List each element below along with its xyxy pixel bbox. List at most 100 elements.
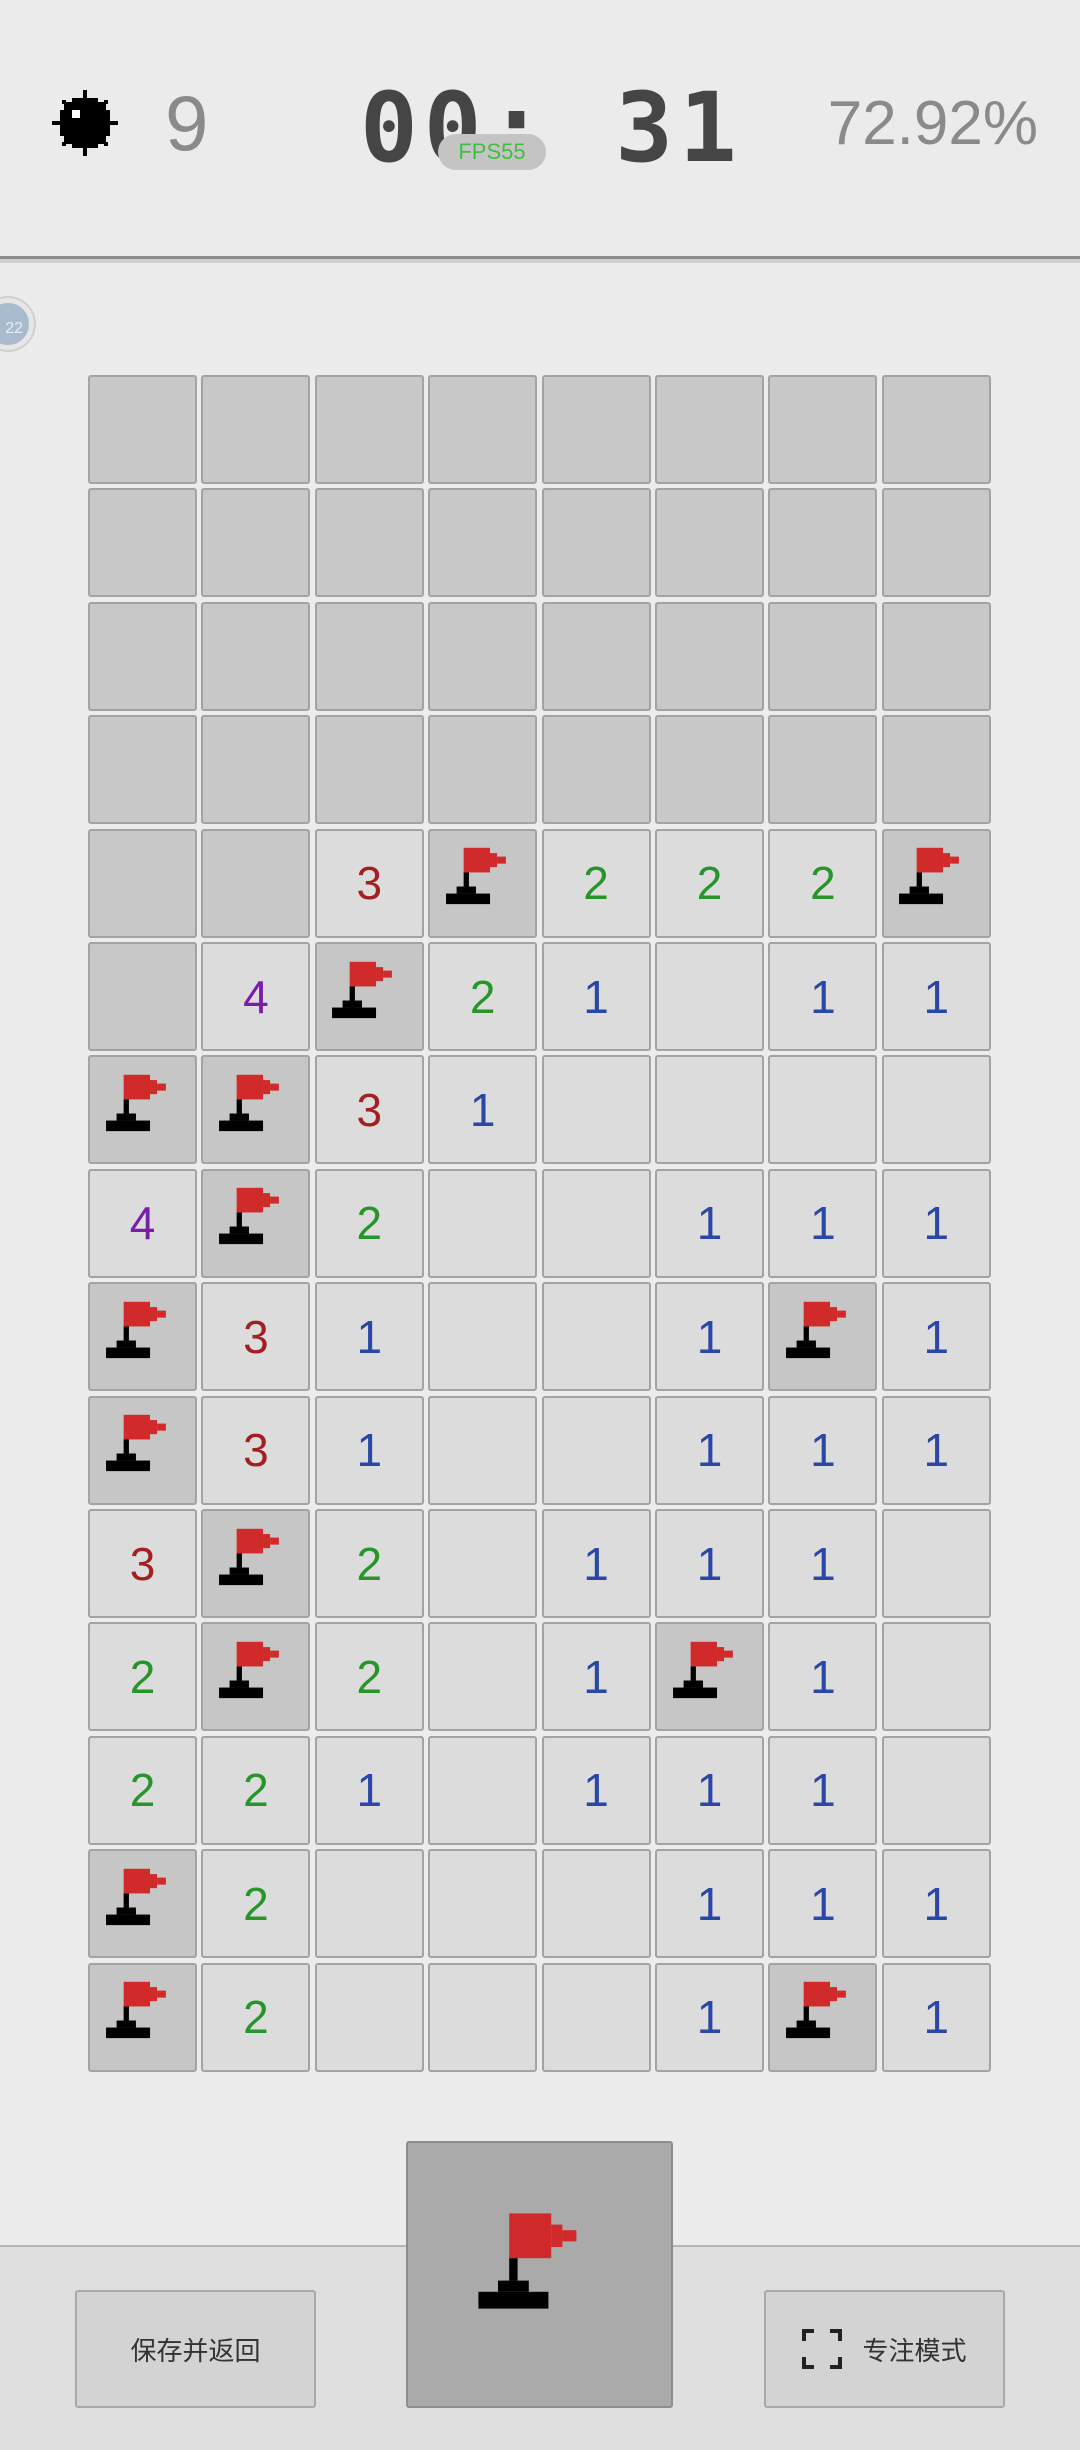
cell-revealed[interactable]: 1	[314, 1735, 424, 1845]
cell-revealed[interactable]: 1	[655, 1735, 764, 1845]
cell-hidden[interactable]	[541, 375, 651, 484]
cell-revealed[interactable]	[881, 1735, 991, 1845]
cell-revealed[interactable]: 3	[314, 1055, 424, 1165]
cell-hidden[interactable]	[428, 375, 538, 484]
cell-flagged[interactable]	[768, 1962, 878, 2072]
cell-revealed[interactable]: 3	[314, 828, 424, 938]
cell-revealed[interactable]: 1	[655, 1282, 764, 1392]
cell-hidden[interactable]	[541, 601, 651, 711]
cell-revealed[interactable]	[541, 1962, 651, 2072]
cell-hidden[interactable]	[655, 488, 764, 598]
cell-revealed[interactable]: 4	[88, 1168, 197, 1278]
cell-hidden[interactable]	[201, 828, 311, 938]
cell-hidden[interactable]	[314, 601, 424, 711]
cell-revealed[interactable]: 1	[314, 1395, 424, 1505]
cell-revealed[interactable]: 1	[768, 1849, 878, 1959]
cell-flagged[interactable]	[655, 1622, 764, 1732]
cell-hidden[interactable]	[428, 715, 538, 825]
cell-revealed[interactable]: 1	[655, 1168, 764, 1278]
cell-revealed[interactable]	[541, 1282, 651, 1392]
cell-hidden[interactable]	[88, 715, 197, 825]
cell-hidden[interactable]	[428, 488, 538, 598]
cell-revealed[interactable]: 1	[768, 1735, 878, 1845]
cell-flagged[interactable]	[428, 828, 538, 938]
cell-revealed[interactable]	[428, 1622, 538, 1732]
cell-hidden[interactable]	[314, 375, 424, 484]
cell-revealed[interactable]	[428, 1962, 538, 2072]
cell-flagged[interactable]	[88, 1282, 197, 1392]
cell-hidden[interactable]	[881, 601, 991, 711]
cell-flagged[interactable]	[201, 1168, 311, 1278]
cell-flagged[interactable]	[88, 1055, 197, 1165]
cell-hidden[interactable]	[201, 375, 311, 484]
cell-hidden[interactable]	[201, 715, 311, 825]
cell-hidden[interactable]	[88, 828, 197, 938]
cell-revealed[interactable]: 1	[541, 1622, 651, 1732]
cell-revealed[interactable]: 1	[768, 1622, 878, 1732]
cell-revealed[interactable]: 1	[881, 1395, 991, 1505]
cell-hidden[interactable]	[541, 715, 651, 825]
cell-revealed[interactable]: 2	[88, 1622, 197, 1732]
cell-revealed[interactable]: 2	[655, 828, 764, 938]
cell-hidden[interactable]	[881, 488, 991, 598]
floating-avatar[interactable]: 22	[0, 298, 34, 350]
cell-revealed[interactable]	[428, 1395, 538, 1505]
cell-revealed[interactable]	[881, 1622, 991, 1732]
cell-revealed[interactable]: 2	[428, 942, 538, 1051]
cell-revealed[interactable]	[428, 1168, 538, 1278]
cell-revealed[interactable]: 2	[201, 1962, 311, 2072]
cell-revealed[interactable]: 1	[541, 942, 651, 1051]
cell-flagged[interactable]	[201, 1622, 311, 1732]
cell-revealed[interactable]	[541, 1849, 651, 1959]
cell-revealed[interactable]	[428, 1735, 538, 1845]
cell-revealed[interactable]: 1	[541, 1735, 651, 1845]
cell-revealed[interactable]: 2	[314, 1168, 424, 1278]
cell-revealed[interactable]: 1	[768, 942, 878, 1051]
cell-hidden[interactable]	[768, 601, 878, 711]
cell-hidden[interactable]	[768, 375, 878, 484]
cell-revealed[interactable]: 1	[881, 1849, 991, 1959]
cell-revealed[interactable]	[428, 1509, 538, 1618]
cell-revealed[interactable]: 1	[428, 1055, 538, 1165]
cell-flagged[interactable]	[88, 1395, 197, 1505]
cell-hidden[interactable]	[88, 375, 197, 484]
cell-revealed[interactable]	[881, 1509, 991, 1618]
cell-revealed[interactable]	[655, 942, 764, 1051]
cell-revealed[interactable]: 1	[768, 1395, 878, 1505]
cell-revealed[interactable]: 2	[768, 828, 878, 938]
cell-hidden[interactable]	[88, 601, 197, 711]
cell-revealed[interactable]	[655, 1055, 764, 1165]
cell-revealed[interactable]: 2	[541, 828, 651, 938]
cell-revealed[interactable]	[541, 1055, 651, 1165]
cell-revealed[interactable]: 1	[541, 1509, 651, 1618]
cell-revealed[interactable]: 1	[881, 1168, 991, 1278]
cell-revealed[interactable]: 2	[201, 1849, 311, 1959]
cell-revealed[interactable]: 1	[655, 1395, 764, 1505]
cell-revealed[interactable]: 1	[655, 1849, 764, 1959]
cell-revealed[interactable]	[541, 1168, 651, 1278]
cell-hidden[interactable]	[881, 715, 991, 825]
cell-flagged[interactable]	[201, 1055, 311, 1165]
cell-flagged[interactable]	[88, 1849, 197, 1959]
cell-revealed[interactable]: 1	[655, 1962, 764, 2072]
cell-revealed[interactable]: 3	[88, 1509, 197, 1618]
cell-hidden[interactable]	[428, 601, 538, 711]
cell-revealed[interactable]: 1	[655, 1509, 764, 1618]
save-and-return-button[interactable]: 保存并返回	[75, 2290, 316, 2408]
cell-hidden[interactable]	[541, 488, 651, 598]
cell-hidden[interactable]	[88, 488, 197, 598]
cell-revealed[interactable]: 2	[201, 1735, 311, 1845]
cell-hidden[interactable]	[881, 375, 991, 484]
cell-flagged[interactable]	[768, 1282, 878, 1392]
cell-hidden[interactable]	[201, 601, 311, 711]
cell-revealed[interactable]: 1	[768, 1168, 878, 1278]
cell-revealed[interactable]: 1	[314, 1282, 424, 1392]
cell-hidden[interactable]	[201, 488, 311, 598]
cell-revealed[interactable]	[428, 1849, 538, 1959]
cell-hidden[interactable]	[768, 488, 878, 598]
cell-revealed[interactable]	[541, 1395, 651, 1505]
cell-revealed[interactable]: 2	[88, 1735, 197, 1845]
cell-hidden[interactable]	[314, 715, 424, 825]
cell-revealed[interactable]	[314, 1849, 424, 1959]
cell-revealed[interactable]: 4	[201, 942, 311, 1051]
